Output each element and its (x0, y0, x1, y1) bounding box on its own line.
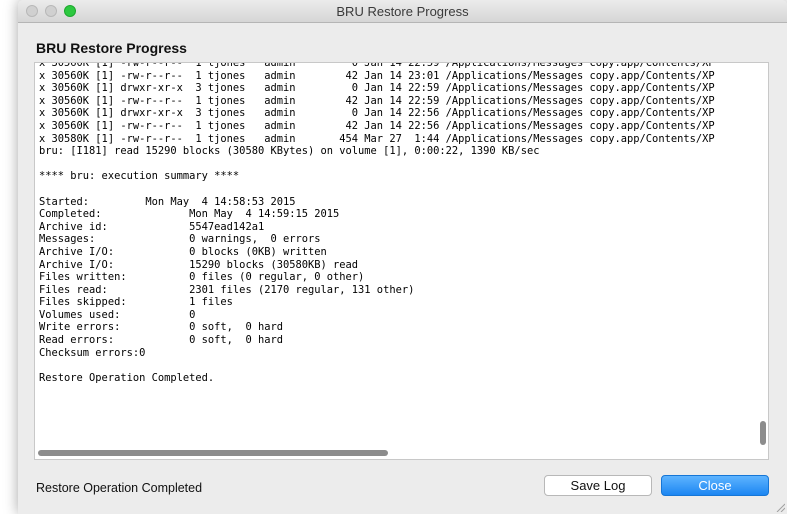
log-line: bru: [I181] read 15290 blocks (30580 KBy… (39, 145, 540, 158)
dialog-heading: BRU Restore Progress (36, 40, 187, 56)
log-line: Started: Mon May 4 14:58:53 2015 (39, 195, 296, 208)
log-line: x 30560K [1] -rw-r--r-- 1 tjones admin 0… (39, 62, 715, 69)
log-line: Files skipped: 1 files (39, 296, 233, 309)
log-line: Files read: 2301 files (2170 regular, 13… (39, 283, 415, 296)
log-line: Write errors: 0 soft, 0 hard (39, 321, 283, 334)
log-line: Volumes used: 0 (39, 308, 196, 321)
log-line: x 30560K [1] -rw-r--r-- 1 tjones admin 4… (39, 69, 715, 82)
log-line: Restore Operation Completed. (39, 371, 215, 384)
log-line: x 30560K [1] -rw-r--r-- 1 tjones admin 4… (39, 119, 715, 132)
log-line: Archive I/O: 0 blocks (0KB) written (39, 245, 327, 258)
restore-window: BRU Restore Progress BRU Restore Progres… (18, 0, 787, 514)
title-bar[interactable]: BRU Restore Progress (18, 0, 787, 23)
log-line: x 30560K [1] drwxr-xr-x 3 tjones admin 0… (39, 107, 715, 120)
window-title: BRU Restore Progress (336, 4, 469, 19)
log-line: Files written: 0 files (0 regular, 0 oth… (39, 271, 365, 284)
status-text: Restore Operation Completed (36, 481, 203, 495)
log-line: x 30580K [1] -rw-r--r-- 1 tjones admin 4… (39, 132, 715, 145)
log-line: **** bru: execution summary **** (39, 170, 240, 183)
log-line: Archive id: 5547ead142a1 (39, 220, 265, 233)
log-line: x 30560K [1] drwxr-xr-x 3 tjones admin 0… (39, 82, 715, 95)
vertical-scrollbar[interactable] (758, 63, 766, 459)
vertical-scroll-thumb[interactable] (760, 421, 766, 445)
log-line: Archive I/O: 15290 blocks (30580KB) read (39, 258, 359, 271)
log-line: Completed: Mon May 4 14:59:15 2015 (39, 208, 340, 221)
horizontal-scrollbar[interactable] (38, 450, 754, 456)
close-button[interactable]: Close (661, 475, 769, 496)
horizontal-scroll-thumb[interactable] (38, 450, 388, 456)
log-output-area[interactable]: x 30560K [1] -rw-r--r-- 1 tjones admin 0… (34, 62, 769, 460)
log-line: Checksum errors:0 (39, 346, 146, 359)
log-line: Read errors: 0 soft, 0 hard (39, 334, 283, 347)
log-line: x 30560K [1] -rw-r--r-- 1 tjones admin 4… (39, 94, 715, 107)
log-text: x 30560K [1] -rw-r--r-- 1 tjones admin 0… (39, 62, 754, 384)
save-log-button[interactable]: Save Log (544, 475, 652, 496)
log-line: Messages: 0 warnings, 0 errors (39, 233, 321, 246)
resize-grip-icon[interactable] (775, 502, 785, 512)
